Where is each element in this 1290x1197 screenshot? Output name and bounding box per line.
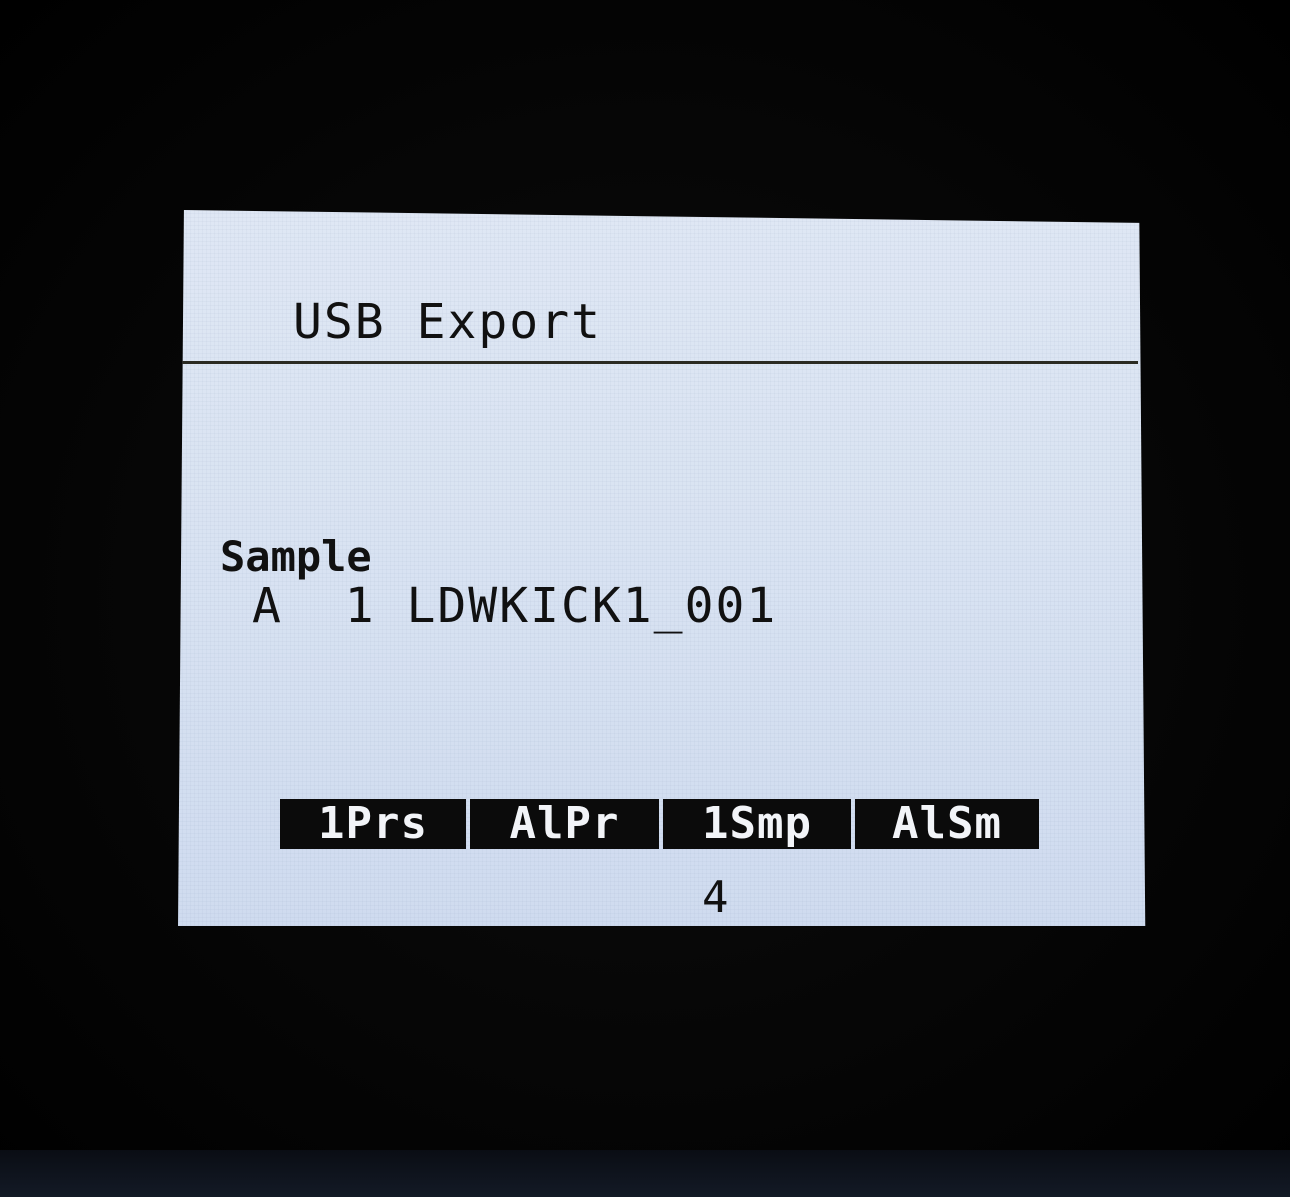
softkey-export-one-sample[interactable]: 1Smp (663, 799, 851, 849)
softkey-export-one-preset[interactable]: 1Prs (280, 799, 466, 849)
softkey-export-all-samples[interactable]: AlSm (855, 799, 1039, 849)
sample-parameter-label: Sample (220, 532, 372, 581)
softkey-export-all-presets[interactable]: AlPr (470, 799, 659, 849)
screen-title: USB Export (293, 294, 602, 350)
page-number: 4 (702, 872, 729, 923)
header-divider (178, 361, 1138, 364)
lcd-screen: USB Export Sample A 1 LDWKICK1_001 1Prs … (178, 210, 1146, 926)
softkey-bar: 1Prs AlPr 1Smp AlSm (280, 799, 1039, 849)
sample-parameter-value[interactable]: A 1 LDWKICK1_001 (252, 582, 777, 630)
device-panel-edge (0, 1150, 1290, 1197)
